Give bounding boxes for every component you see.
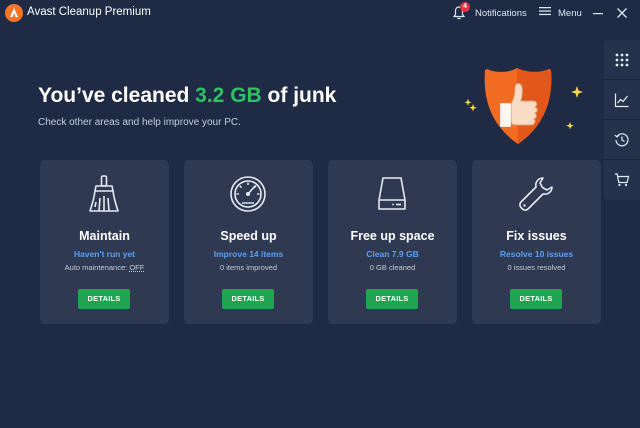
maintain-card: Maintain Haven't run yet Auto maintenanc…: [40, 160, 169, 324]
grid-icon: [615, 53, 629, 66]
hard-drive-icon: [372, 174, 412, 214]
free-up-space-status-link[interactable]: Clean 7.9 GB: [328, 249, 457, 259]
auto-maintenance-toggle[interactable]: OFF: [129, 263, 144, 272]
card-title: Maintain: [79, 229, 130, 243]
broom-icon: [84, 174, 124, 214]
speed-up-card: Speed up Improve 14 items 0 items improv…: [184, 160, 313, 324]
close-icon: [617, 8, 627, 18]
rail-item-performance[interactable]: [604, 80, 640, 120]
notifications-label: Notifications: [475, 7, 527, 19]
notifications-button[interactable]: 4 Notifications: [451, 2, 531, 22]
thumbs-up-shield-illustration: [455, 60, 595, 150]
minimize-icon: [593, 13, 603, 15]
card-title: Free up space: [350, 229, 435, 243]
history-icon: [614, 132, 629, 146]
fix-issues-details-button[interactable]: DETAILS: [510, 289, 562, 309]
speed-up-details-button[interactable]: DETAILS: [222, 289, 274, 309]
fix-issues-summary: 0 issues resolved: [507, 263, 566, 272]
wrench-icon: [516, 174, 556, 214]
speed-up-status-link[interactable]: Improve 14 items: [184, 249, 313, 259]
fix-issues-card: Fix issues Resolve 10 issues 0 issues re…: [472, 160, 601, 324]
hero-title-prefix: You’ve cleaned: [38, 84, 196, 107]
cart-icon: [615, 173, 630, 187]
free-up-space-details-button[interactable]: DETAILS: [366, 289, 418, 309]
close-button[interactable]: [613, 4, 631, 22]
app-title: Avast Cleanup Premium: [27, 6, 151, 18]
bell-icon: 4: [451, 2, 470, 21]
speedometer-icon: [228, 174, 268, 214]
card-title: Fix issues: [506, 229, 567, 243]
auto-maintenance-setting: Auto maintenance: OFF: [40, 263, 169, 272]
hamburger-icon: [538, 4, 552, 22]
speed-up-summary: 0 items improved: [219, 263, 278, 272]
menu-label: Menu: [558, 7, 582, 19]
free-up-space-summary: 0 GB cleaned: [369, 263, 416, 272]
hero-subtitle: Check other areas and help improve your …: [38, 117, 241, 128]
maintain-details-button[interactable]: DETAILS: [78, 289, 130, 309]
menu-button[interactable]: Menu: [538, 4, 582, 22]
title-bar: Avast Cleanup Premium 4 Notifications Me…: [0, 0, 640, 26]
card-title: Speed up: [220, 229, 277, 243]
chart-icon: [614, 93, 629, 107]
avast-logo-icon: [5, 4, 23, 22]
side-rail: [604, 40, 640, 200]
maintain-status-link[interactable]: Haven't run yet: [40, 249, 169, 259]
hero-title-suffix: of junk: [261, 84, 337, 107]
rail-item-history[interactable]: [604, 120, 640, 160]
rail-item-dashboard[interactable]: [604, 40, 640, 80]
hero-title: You’ve cleaned 3.2 GB of junk: [38, 84, 336, 108]
auto-maintenance-label: Auto maintenance:: [64, 263, 130, 272]
rail-item-store[interactable]: [604, 160, 640, 200]
notification-count-badge: 4: [460, 2, 470, 12]
minimize-button[interactable]: [589, 4, 607, 22]
fix-issues-status-link[interactable]: Resolve 10 issues: [472, 249, 601, 259]
cleaned-amount: 3.2 GB: [195, 84, 262, 107]
free-up-space-card: Free up space Clean 7.9 GB 0 GB cleaned …: [328, 160, 457, 324]
